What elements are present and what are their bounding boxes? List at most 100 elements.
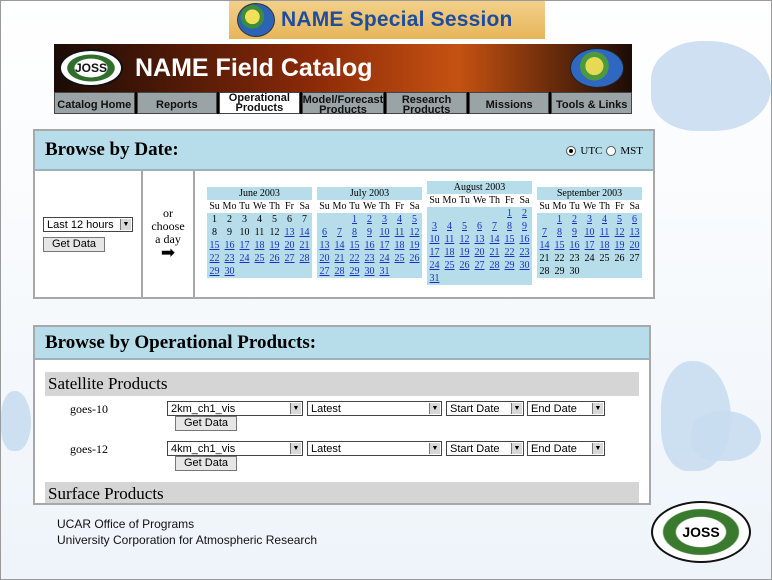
calendar-day[interactable]: 31 <box>427 272 442 285</box>
calendar-day[interactable]: 13 <box>282 226 297 239</box>
calendar-day[interactable]: 29 <box>502 259 517 272</box>
calendar-day[interactable]: 6 <box>317 226 332 239</box>
calendar-day[interactable]: 10 <box>427 233 442 246</box>
calendar-day[interactable]: 25 <box>252 252 267 265</box>
start-date-select[interactable]: Start Date ▼ <box>446 401 524 416</box>
calendar-day[interactable]: 16 <box>567 239 582 252</box>
calendar-day[interactable]: 19 <box>267 239 282 252</box>
start-date-select[interactable]: Start Date ▼ <box>446 441 524 456</box>
calendar-day[interactable]: 18 <box>252 239 267 252</box>
calendar-day[interactable]: 5 <box>457 220 472 233</box>
calendar-day[interactable]: 23 <box>222 252 237 265</box>
calendar-day[interactable]: 3 <box>427 220 442 233</box>
calendar-day[interactable]: 20 <box>472 246 487 259</box>
calendar-day[interactable]: 12 <box>612 226 627 239</box>
time-select[interactable]: Latest ▼ <box>307 441 442 456</box>
calendar-day[interactable]: 8 <box>347 226 362 239</box>
calendar-day[interactable]: 30 <box>362 265 377 278</box>
mst-radio[interactable] <box>606 146 617 156</box>
calendar-day[interactable]: 4 <box>597 213 612 226</box>
calendar-day[interactable]: 2 <box>517 207 532 220</box>
calendar-day[interactable]: 19 <box>407 239 422 252</box>
calendar-day[interactable]: 26 <box>457 259 472 272</box>
tab-model-forecast-products[interactable]: Model/Forecast Products <box>301 92 385 116</box>
calendar-day[interactable]: 16 <box>222 239 237 252</box>
calendar-day[interactable]: 3 <box>582 213 597 226</box>
calendar-day[interactable]: 6 <box>627 213 642 226</box>
calendar-day[interactable]: 2 <box>362 213 377 226</box>
calendar-day[interactable]: 11 <box>597 226 612 239</box>
calendar-day[interactable]: 7 <box>487 220 502 233</box>
calendar-day[interactable]: 28 <box>332 265 347 278</box>
calendar-day[interactable]: 14 <box>487 233 502 246</box>
calendar-day[interactable]: 12 <box>407 226 422 239</box>
calendar-day[interactable]: 10 <box>377 226 392 239</box>
calendar-day[interactable]: 23 <box>517 246 532 259</box>
calendar-day[interactable]: 15 <box>502 233 517 246</box>
calendar-day[interactable]: 18 <box>597 239 612 252</box>
calendar-day[interactable]: 1 <box>502 207 517 220</box>
period-select[interactable]: Last 12 hours ▼ <box>43 217 133 232</box>
calendar-day[interactable]: 27 <box>317 265 332 278</box>
calendar-day[interactable]: 28 <box>297 252 312 265</box>
tab-tools-links[interactable]: Tools & Links <box>551 92 632 114</box>
tab-missions[interactable]: Missions <box>468 92 550 114</box>
joss-logo[interactable]: JOSS <box>59 49 123 87</box>
calendar-day[interactable]: 29 <box>347 265 362 278</box>
calendar-day[interactable]: 26 <box>407 252 422 265</box>
calendar-day[interactable]: 30 <box>517 259 532 272</box>
calendar-day[interactable]: 30 <box>222 265 237 278</box>
calendar-day[interactable]: 13 <box>627 226 642 239</box>
calendar-day[interactable]: 9 <box>517 220 532 233</box>
calendar-day[interactable]: 27 <box>472 259 487 272</box>
calendar-day[interactable]: 11 <box>442 233 457 246</box>
calendar-day[interactable]: 17 <box>377 239 392 252</box>
calendar-day[interactable]: 18 <box>442 246 457 259</box>
calendar-day[interactable]: 17 <box>427 246 442 259</box>
calendar-day[interactable]: 26 <box>267 252 282 265</box>
calendar-day[interactable]: 14 <box>332 239 347 252</box>
calendar-day[interactable]: 16 <box>362 239 377 252</box>
calendar-day[interactable]: 29 <box>207 265 222 278</box>
tab-research-products[interactable]: Research Products <box>386 92 467 116</box>
calendar-day[interactable]: 28 <box>487 259 502 272</box>
calendar-day[interactable]: 16 <box>517 233 532 246</box>
calendar-day[interactable]: 21 <box>297 239 312 252</box>
tab-reports[interactable]: Reports <box>136 92 218 114</box>
calendar-day[interactable]: 18 <box>392 239 407 252</box>
product-select[interactable]: 4km_ch1_vis ▼ <box>167 441 303 456</box>
calendar-day[interactable]: 15 <box>552 239 567 252</box>
calendar-day[interactable]: 20 <box>627 239 642 252</box>
tab-operational-products[interactable]: Operational Products <box>219 92 300 114</box>
calendar-day[interactable]: 7 <box>537 226 552 239</box>
calendar-day[interactable]: 20 <box>317 252 332 265</box>
calendar-day[interactable]: 22 <box>347 252 362 265</box>
calendar-day[interactable]: 20 <box>282 239 297 252</box>
calendar-day[interactable]: 8 <box>552 226 567 239</box>
calendar-day[interactable]: 11 <box>392 226 407 239</box>
calendar-day[interactable]: 4 <box>392 213 407 226</box>
get-data-button[interactable]: Get Data <box>175 456 238 471</box>
calendar-day[interactable]: 23 <box>362 252 377 265</box>
calendar-day[interactable]: 9 <box>362 226 377 239</box>
name-logo-icon[interactable] <box>570 48 624 88</box>
calendar-day[interactable]: 5 <box>612 213 627 226</box>
calendar-day[interactable]: 12 <box>457 233 472 246</box>
calendar-day[interactable]: 24 <box>237 252 252 265</box>
calendar-day[interactable]: 24 <box>377 252 392 265</box>
calendar-day[interactable]: 13 <box>317 239 332 252</box>
utc-radio[interactable] <box>566 146 577 156</box>
calendar-day[interactable]: 17 <box>237 239 252 252</box>
time-select[interactable]: Latest ▼ <box>307 401 442 416</box>
product-select[interactable]: 2km_ch1_vis ▼ <box>167 401 303 416</box>
calendar-day[interactable]: 21 <box>487 246 502 259</box>
calendar-day[interactable]: 2 <box>567 213 582 226</box>
calendar-day[interactable]: 15 <box>207 239 222 252</box>
calendar-day[interactable]: 15 <box>347 239 362 252</box>
calendar-day[interactable]: 27 <box>282 252 297 265</box>
calendar-day[interactable]: 4 <box>442 220 457 233</box>
calendar-day[interactable]: 3 <box>377 213 392 226</box>
calendar-day[interactable]: 17 <box>582 239 597 252</box>
calendar-day[interactable]: 6 <box>472 220 487 233</box>
calendar-day[interactable]: 13 <box>472 233 487 246</box>
